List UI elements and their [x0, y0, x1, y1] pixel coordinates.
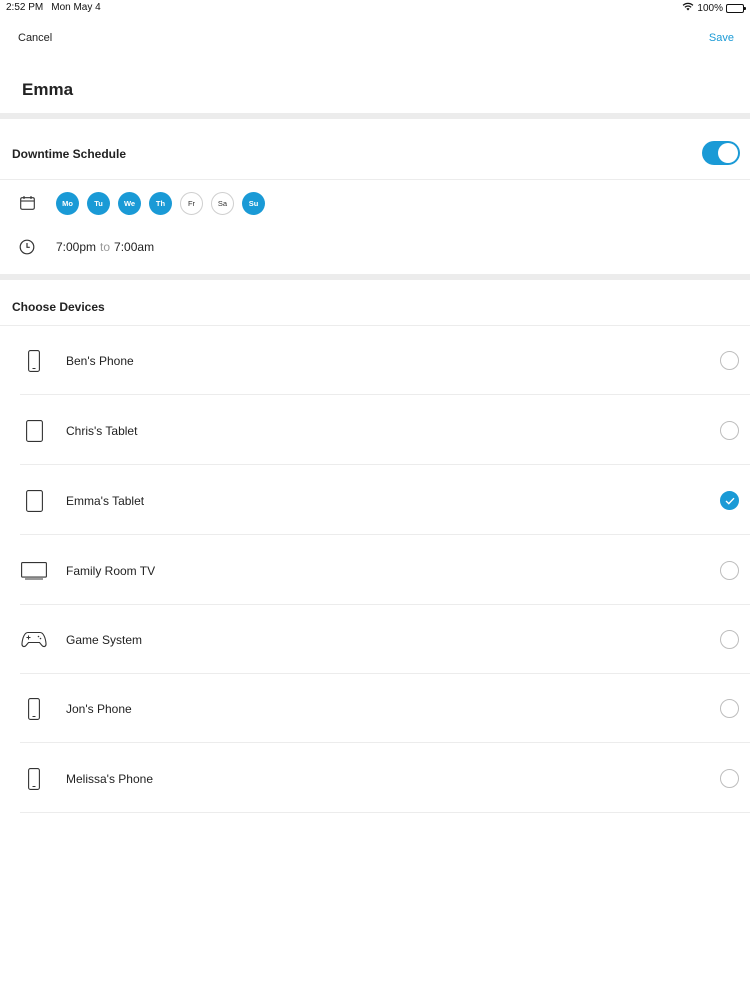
- device-radio[interactable]: [720, 561, 739, 580]
- device-label: Jon's Phone: [66, 702, 132, 716]
- device-row-melissas-phone[interactable]: Melissa's Phone: [20, 744, 750, 813]
- device-label: Ben's Phone: [66, 354, 134, 368]
- day-mo[interactable]: Mo: [56, 192, 79, 215]
- device-row-bens-phone[interactable]: Ben's Phone: [20, 326, 750, 395]
- battery-icon: [726, 3, 746, 13]
- divider: [20, 812, 750, 813]
- day-we[interactable]: We: [118, 192, 141, 215]
- profile-name: Emma: [22, 80, 74, 99]
- device-label: Chris's Tablet: [66, 424, 138, 438]
- device-row-game-system[interactable]: Game System: [20, 605, 750, 674]
- time-start: 7:00pm: [56, 240, 97, 254]
- day-fr[interactable]: Fr: [180, 192, 203, 215]
- divider: [0, 179, 750, 180]
- day-tu[interactable]: Tu: [87, 192, 110, 215]
- phone-icon: [20, 674, 48, 743]
- day-su[interactable]: Su: [242, 192, 265, 215]
- device-label: Melissa's Phone: [66, 772, 153, 786]
- phone-icon: [20, 326, 48, 395]
- device-radio[interactable]: [720, 699, 739, 718]
- device-label: Family Room TV: [66, 564, 156, 578]
- downtime-toggle[interactable]: [702, 141, 740, 165]
- battery-percent: 100%: [697, 2, 723, 14]
- toggle-knob: [718, 143, 738, 163]
- calendar-icon: [20, 196, 35, 215]
- time-range[interactable]: 7:00pm to 7:00am: [56, 240, 154, 254]
- nav-bar: Cancel Save: [0, 26, 750, 52]
- device-radio[interactable]: [720, 421, 739, 440]
- tablet-icon: [20, 396, 48, 465]
- status-date: Mon May 4: [51, 2, 101, 13]
- device-radio[interactable]: [720, 769, 739, 788]
- time-to: to: [100, 240, 111, 254]
- wifi-icon: [682, 2, 694, 14]
- device-label: Emma's Tablet: [66, 494, 145, 508]
- checkmark-icon: [725, 497, 735, 505]
- cancel-button[interactable]: Cancel: [18, 32, 52, 44]
- section-divider: [0, 113, 750, 119]
- divider: [20, 534, 750, 535]
- save-button[interactable]: Save: [709, 32, 734, 44]
- device-label: Game System: [66, 633, 143, 647]
- device-radio[interactable]: [720, 351, 739, 370]
- day-th[interactable]: Th: [149, 192, 172, 215]
- clock-icon: [19, 239, 35, 260]
- time-end: 7:00am: [114, 240, 155, 254]
- device-row-chriss-tablet[interactable]: Chris's Tablet: [20, 396, 750, 465]
- devices-title: Choose Devices: [12, 300, 105, 314]
- section-divider: [0, 274, 750, 280]
- tablet-icon: [20, 466, 48, 535]
- gamepad-icon: [20, 605, 48, 674]
- day-sa[interactable]: Sa: [211, 192, 234, 215]
- device-row-jons-phone[interactable]: Jon's Phone: [20, 674, 750, 743]
- tv-icon: [20, 536, 48, 605]
- device-row-family-room-tv[interactable]: Family Room TV: [20, 536, 750, 605]
- status-time: 2:52 PM: [6, 2, 44, 13]
- divider: [20, 742, 750, 743]
- divider: [20, 394, 750, 395]
- device-radio[interactable]: [720, 630, 739, 649]
- device-row-emmas-tablet[interactable]: Emma's Tablet: [20, 466, 750, 535]
- day-selector: Mo Tu We Th Fr Sa Su: [56, 192, 265, 215]
- status-bar: 2:52 PM Mon May 4 100%: [0, 0, 750, 18]
- divider: [20, 464, 750, 465]
- phone-icon: [20, 744, 48, 813]
- device-radio-checked[interactable]: [720, 491, 739, 510]
- schedule-title: Downtime Schedule: [12, 147, 127, 161]
